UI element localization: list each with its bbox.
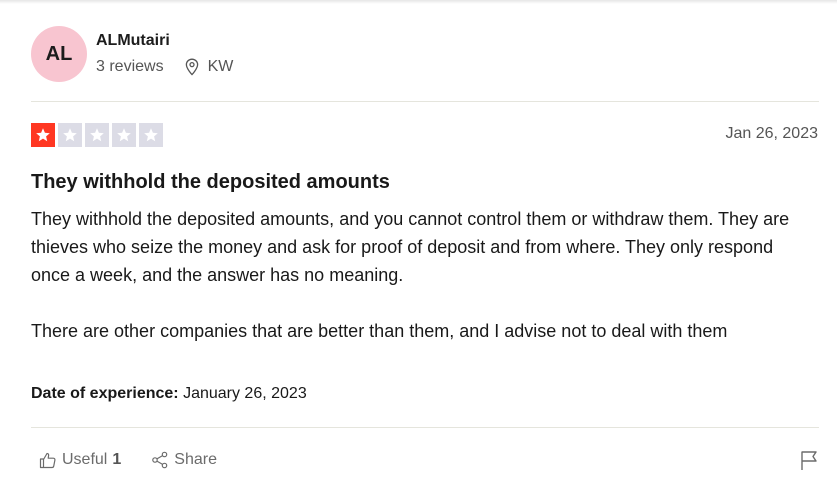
- avatar[interactable]: AL: [31, 26, 87, 82]
- share-button[interactable]: Share: [143, 445, 225, 475]
- star-icon: [139, 123, 163, 147]
- star-icon: [112, 123, 136, 147]
- review-paragraph: There are other companies that are bette…: [31, 321, 728, 341]
- reviewer-header: AL ALMutairi 3 reviews KW: [31, 26, 233, 82]
- review-body: They withhold the deposited amounts, and…: [31, 205, 811, 345]
- reviewer-country: KW: [207, 58, 234, 75]
- share-label: Share: [174, 451, 217, 468]
- reviewer-name[interactable]: ALMutairi: [96, 31, 233, 51]
- star-icon: [31, 123, 55, 147]
- review-card: AL ALMutairi 3 reviews KW Jan 26, 2023 T…: [0, 0, 837, 490]
- top-shadow: [0, 0, 837, 4]
- review-count: 3 reviews: [96, 58, 164, 75]
- reviewer-info: ALMutairi 3 reviews KW: [96, 31, 233, 77]
- review-actions: Useful 1 Share: [31, 443, 225, 477]
- useful-count: 1: [112, 451, 122, 468]
- share-icon: [152, 451, 168, 469]
- star-rating: [31, 123, 166, 147]
- star-icon: [85, 123, 109, 147]
- flag-icon[interactable]: [798, 449, 820, 471]
- reviewer-meta: 3 reviews KW: [96, 57, 233, 77]
- date-of-experience: Date of experience: January 26, 2023: [31, 383, 307, 405]
- useful-button[interactable]: Useful 1: [31, 445, 129, 475]
- review-paragraph: They withhold the deposited amounts, and…: [31, 209, 790, 285]
- experience-label: Date of experience:: [31, 385, 179, 402]
- star-icon: [58, 123, 82, 147]
- thumbs-up-icon: [39, 452, 56, 469]
- divider-top: [31, 101, 819, 102]
- useful-label: Useful: [62, 451, 108, 468]
- review-title[interactable]: They withhold the deposited amounts: [31, 169, 390, 195]
- review-date: Jan 26, 2023: [725, 125, 818, 142]
- location-pin-icon: [185, 58, 198, 76]
- divider-bottom: [31, 427, 819, 428]
- experience-value: January 26, 2023: [183, 385, 307, 402]
